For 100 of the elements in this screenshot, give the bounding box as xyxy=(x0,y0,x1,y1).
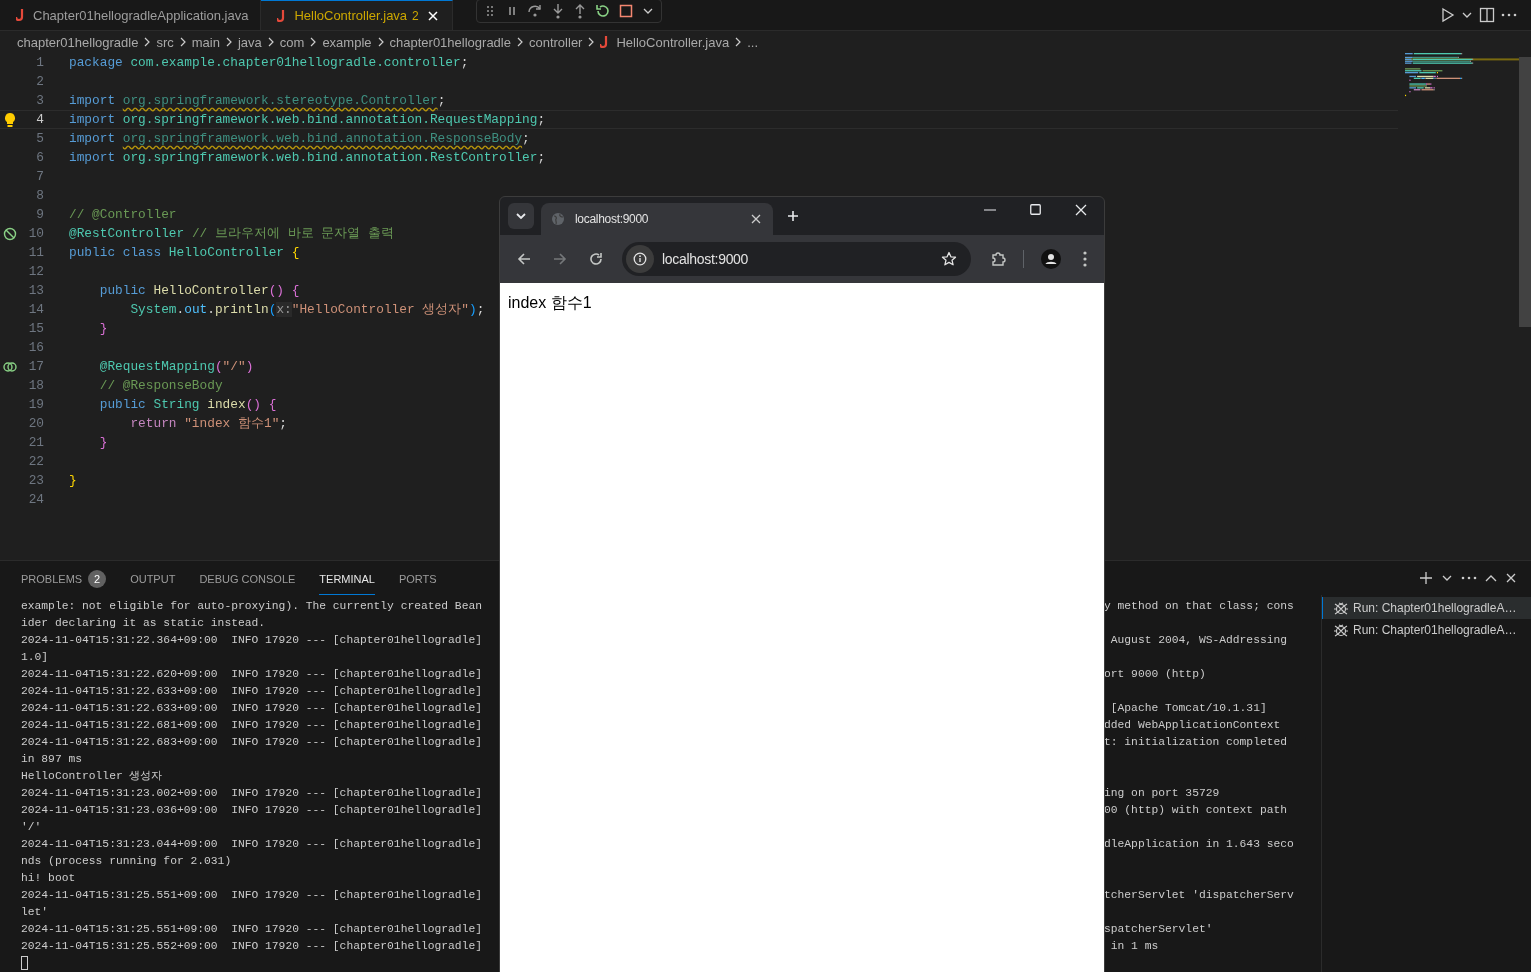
line-number: 17 xyxy=(27,359,44,374)
breadcrumb-item[interactable]: java xyxy=(237,34,262,50)
address-bar[interactable]: localhost:9000 xyxy=(622,242,971,276)
panel-tab[interactable]: PORTS xyxy=(398,561,437,595)
breadcrumb-item[interactable]: HelloController.java xyxy=(600,34,730,50)
terminal-line: 00 (http) with context path xyxy=(1104,803,1288,816)
breadcrumb-item[interactable]: chapter01hellogradle xyxy=(389,34,511,50)
chevron-down-icon xyxy=(515,212,527,220)
panel-tab[interactable]: OUTPUT xyxy=(130,561,176,595)
add-icon[interactable] xyxy=(1419,569,1433,587)
terminal-line: 2024-11-04T15:31:22.620+09:00 INFO 17920 --- [chapter01hellogradle] xyxy=(21,667,483,680)
extensions-button[interactable] xyxy=(990,251,1006,267)
breadcrumb-item[interactable]: ... xyxy=(747,34,758,50)
tab-label: HelloController.java xyxy=(294,8,408,23)
scrollbar-thumb[interactable] xyxy=(1519,57,1531,327)
tab-title: localhost:9000 xyxy=(575,212,650,226)
chevron-icon xyxy=(515,37,524,47)
code-line: import org.springframework.stereotype.Controller; xyxy=(69,93,446,108)
terminal-session[interactable]: Run: Chapter01hellogradleA… xyxy=(1322,619,1531,641)
code-line: @RequestMapping("/") xyxy=(98,359,254,374)
bug-icon xyxy=(1333,600,1349,616)
line-number: 15 xyxy=(27,321,44,336)
breadcrumb-item[interactable]: main xyxy=(191,34,220,50)
terminal-line: dleApplication in 1.643 seco xyxy=(1104,837,1294,850)
linked-rings-icon xyxy=(2,359,18,374)
code-line: import org.springframework.web.bind.annotation.RequestMapping; xyxy=(69,112,546,127)
line-number: 2 xyxy=(35,74,44,89)
reload-button[interactable] xyxy=(589,252,603,266)
bug-icon xyxy=(1333,622,1349,638)
line-number: 5 xyxy=(35,131,44,146)
code-line: // @Controller xyxy=(69,207,177,222)
minimap-drawing[interactable] xyxy=(1405,53,1520,99)
chevron-icon xyxy=(734,37,743,47)
line-number: 22 xyxy=(27,454,44,469)
tab-search-button[interactable] xyxy=(508,203,534,229)
profile-button[interactable] xyxy=(1041,249,1061,269)
code-line: // @ResponseBody xyxy=(98,378,223,393)
close-button[interactable] xyxy=(1075,203,1087,216)
terminal-line: y method on that class; cons xyxy=(1104,599,1294,612)
terminal-line: example: not eligible for auto-proxying). The currently created Bean xyxy=(21,599,483,612)
code-line: public class HelloController { xyxy=(69,245,300,260)
menu-button[interactable] xyxy=(1083,251,1087,267)
line-number: 9 xyxy=(35,207,44,222)
terminal-line: hi! boot xyxy=(21,871,77,884)
breadcrumb-item[interactable]: com xyxy=(279,34,305,50)
problem-count: 2 xyxy=(412,8,419,23)
terminal-line: 2024-11-04T15:31:23.044+09:00 INFO 17920 --- [chapter01hellogradle] xyxy=(21,837,483,850)
terminal-line: 2024-11-04T15:31:22.633+09:00 INFO 17920 --- [chapter01hellogradle] xyxy=(21,684,483,697)
forward-button[interactable] xyxy=(553,252,567,266)
step-out-icon[interactable] xyxy=(573,2,587,20)
tab-label: Chapter01hellogradleApplication.java xyxy=(33,7,249,23)
line-number: 11 xyxy=(27,245,44,260)
terminal-line: 2024-11-04T15:31:23.036+09:00 INFO 17920 --- [chapter01hellogradle] xyxy=(21,803,483,816)
terminal-line: 2024-11-04T15:31:22.633+09:00 INFO 17920 --- [chapter01hellogradle] xyxy=(21,701,483,714)
panel-tab[interactable]: TERMINAL xyxy=(319,561,375,595)
panel-tab[interactable]: DEBUG CONSOLE xyxy=(199,561,296,595)
code-line: } xyxy=(98,321,108,336)
line-number: 8 xyxy=(35,188,44,203)
chevron-icon xyxy=(266,37,275,47)
stop-icon[interactable] xyxy=(619,2,633,20)
bookmark-star-icon[interactable] xyxy=(941,251,957,267)
line-number: 1 xyxy=(35,55,44,70)
code-line: package com.example.chapter01hellogradle.controller; xyxy=(69,55,469,70)
terminal-line: 1.0] xyxy=(21,650,50,663)
terminal-line: August 2004, WS-Addressing xyxy=(1109,633,1288,646)
close-icon[interactable] xyxy=(425,8,440,23)
minimize-button[interactable] xyxy=(984,208,996,211)
run-icon[interactable] xyxy=(1441,5,1455,25)
editor-tab[interactable]: HelloController.java 2 xyxy=(261,0,453,30)
terminal-line: in 1 ms xyxy=(1109,939,1159,952)
terminal-line: tcherServlet 'dispatcherServ xyxy=(1104,888,1294,901)
close-icon[interactable] xyxy=(749,212,763,226)
restart-icon[interactable] xyxy=(595,2,611,20)
line-number: 24 xyxy=(27,492,44,507)
step-into-icon[interactable] xyxy=(551,2,565,20)
terminal-line: dded WebApplicationContext xyxy=(1104,718,1281,731)
chevron-icon xyxy=(587,37,596,47)
terminal-session[interactable]: Run: Chapter01hellogradleA… xyxy=(1322,597,1531,619)
terminal-cursor xyxy=(21,955,28,970)
maximize-button[interactable] xyxy=(1030,204,1041,215)
line-number: 3 xyxy=(35,93,44,108)
code-line: return "index 함수1"; xyxy=(129,416,287,431)
line-number: 19 xyxy=(27,397,44,412)
chevron-icon xyxy=(178,37,187,47)
new-tab-button[interactable] xyxy=(787,210,799,222)
breadcrumb-item[interactable]: chapter01hellogradle xyxy=(17,34,139,50)
browser-tab[interactable]: localhost:9000 xyxy=(541,203,773,235)
site-info-icon[interactable] xyxy=(626,245,654,273)
breadcrumb-item[interactable]: example xyxy=(322,34,372,50)
terminal-line: t: initialization completed xyxy=(1104,735,1288,748)
terminal-line: ider declaring it as static instead. xyxy=(21,616,267,629)
split-editor-icon[interactable] xyxy=(1479,5,1495,25)
back-button[interactable] xyxy=(517,252,531,266)
globe-icon xyxy=(551,212,565,226)
line-number: 23 xyxy=(27,473,44,488)
panel-tab[interactable]: PROBLEMS 2 xyxy=(21,561,107,595)
line-number: 13 xyxy=(27,283,44,298)
breadcrumb-item[interactable]: controller xyxy=(528,34,583,50)
code-line: } xyxy=(69,473,77,488)
breadcrumb-item[interactable]: src xyxy=(156,34,174,50)
